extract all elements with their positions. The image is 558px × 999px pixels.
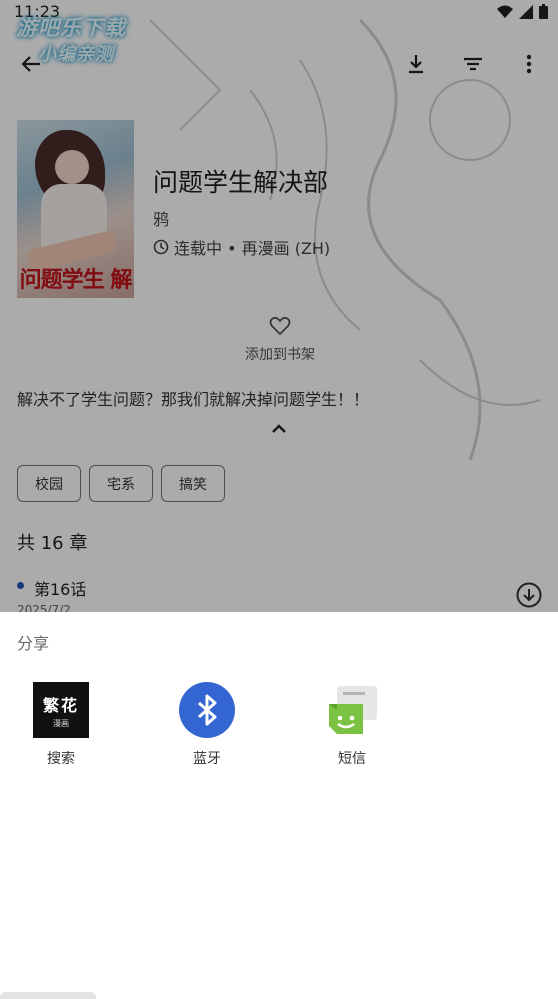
share-target-search[interactable]: 繁花 漫画 搜索 bbox=[16, 682, 106, 782]
messaging-icon bbox=[323, 682, 381, 740]
app-logo-icon: 繁花 漫画 bbox=[32, 682, 90, 740]
share-target-sms[interactable]: 短信 bbox=[307, 682, 397, 782]
share-sheet-title: 分享 bbox=[17, 634, 50, 653]
share-target-label: 蓝牙 bbox=[193, 751, 221, 767]
share-target-bluetooth[interactable]: 蓝牙 bbox=[162, 682, 252, 782]
app-logo-text: 繁花 bbox=[42, 695, 79, 715]
navigation-handle[interactable] bbox=[0, 992, 96, 999]
bluetooth-icon bbox=[178, 682, 236, 740]
share-target-label: 短信 bbox=[338, 751, 366, 767]
share-sheet: 分享 繁花 漫画 搜索 蓝牙 短信 bbox=[0, 612, 558, 999]
share-target-label: 搜索 bbox=[47, 751, 75, 767]
app-logo-subtext: 漫画 bbox=[53, 718, 69, 728]
